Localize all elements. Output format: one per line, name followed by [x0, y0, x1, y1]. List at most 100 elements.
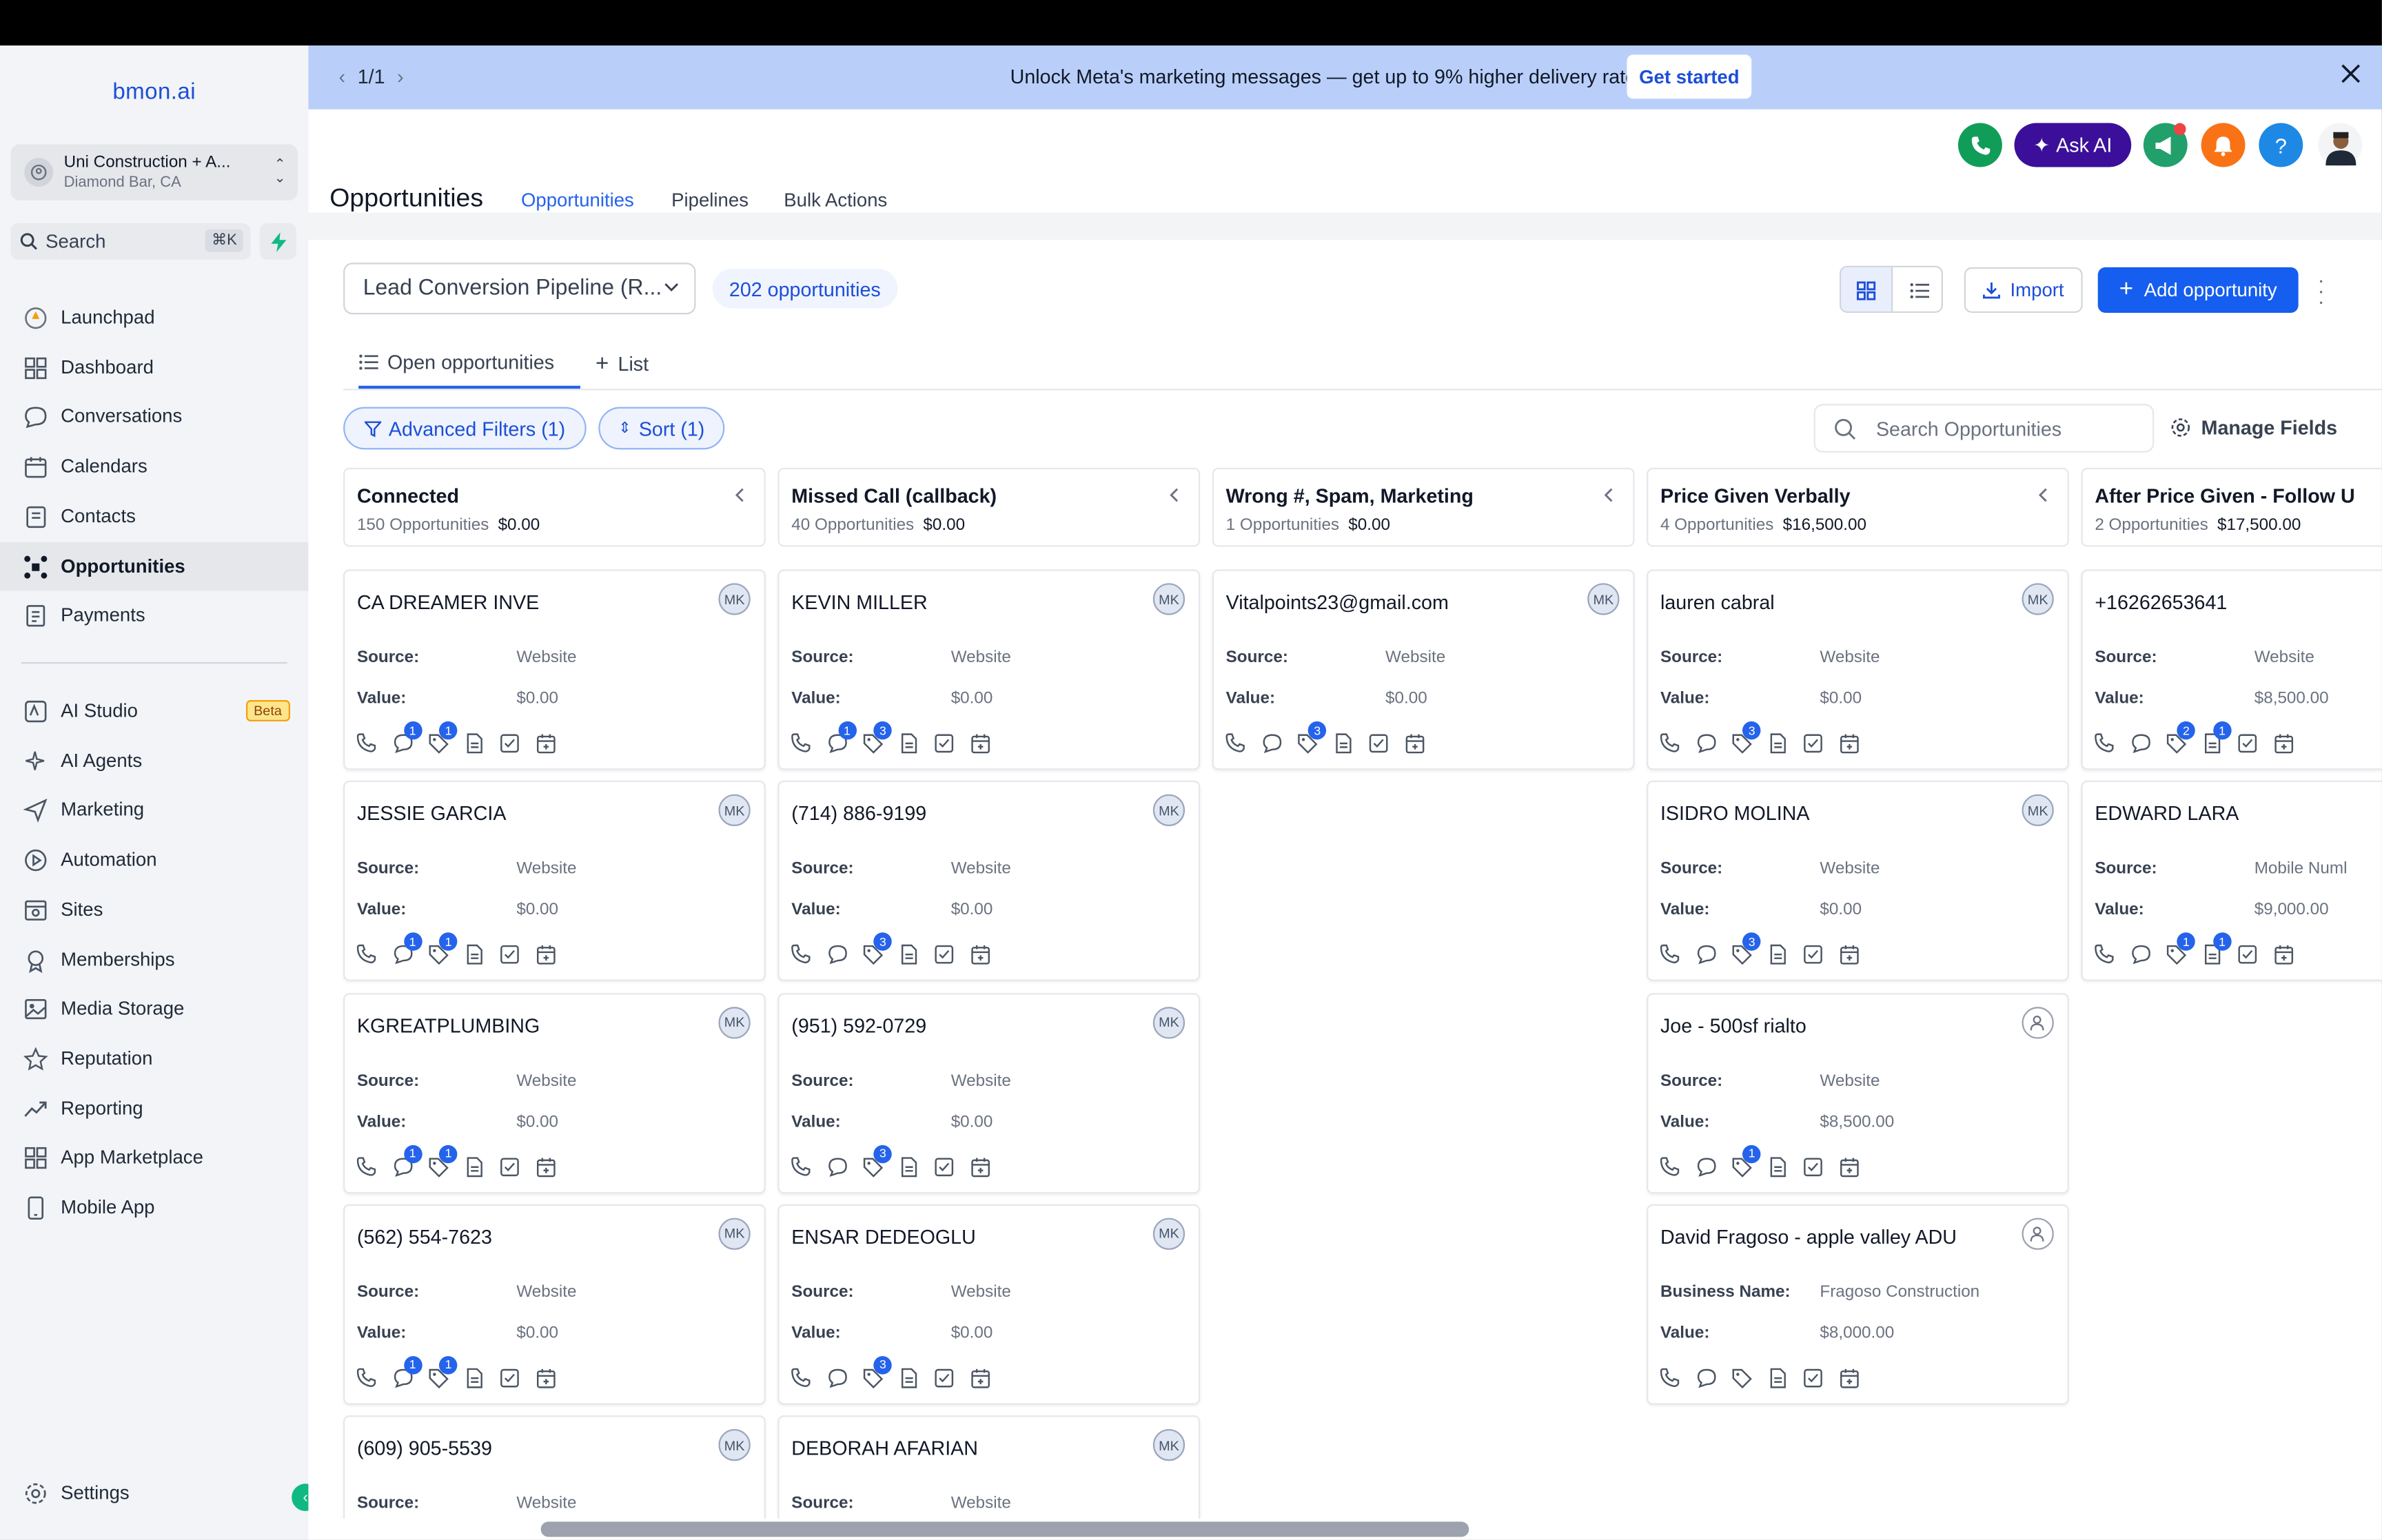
note-icon[interactable]	[1332, 732, 1354, 754]
pipeline-select[interactable]: Lead Conversion Pipeline (R...	[343, 263, 696, 315]
note-icon[interactable]	[1767, 1155, 1789, 1178]
tag-icon[interactable]: 3	[1296, 721, 1327, 754]
tag-icon[interactable]: 3	[1731, 932, 1761, 966]
tag-icon[interactable]: 3	[862, 932, 893, 966]
opportunity-card[interactable]: (562) 554-7623 MK Source: Website Value: $0.0…	[343, 1204, 766, 1405]
opportunity-card[interactable]: lauren cabral MK Source: Website Value: $0.00…	[1647, 569, 2069, 770]
phone-icon[interactable]	[356, 943, 378, 966]
phone-icon[interactable]	[1224, 732, 1247, 754]
message-icon[interactable]	[1695, 732, 1718, 754]
task-icon[interactable]	[933, 1366, 956, 1389]
bolt-button[interactable]	[259, 223, 296, 260]
owner-avatar[interactable]: MK	[1152, 1006, 1185, 1038]
note-icon[interactable]: 1	[2201, 932, 2232, 966]
opportunity-card[interactable]: ENSAR DEDEOGLU MK Source: Website Value: $0.0…	[777, 1204, 1201, 1405]
phone-icon[interactable]	[356, 732, 378, 754]
opportunity-card[interactable]: EDWARD LARA Source: Mobile Numl Value: $9,00…	[2081, 781, 2382, 982]
chevron-right-icon[interactable]: ›	[397, 65, 404, 88]
appointment-icon[interactable]	[1403, 732, 1426, 754]
message-icon[interactable]	[1695, 1155, 1718, 1178]
sidebar-item-opportunities[interactable]: Opportunities	[0, 541, 309, 591]
sidebar-item-dashboard[interactable]: Dashboard	[0, 342, 308, 391]
phone-icon[interactable]	[1659, 732, 1682, 754]
task-icon[interactable]	[1802, 1366, 1825, 1389]
close-icon[interactable]	[2341, 64, 2361, 84]
sidebar-item-conversations[interactable]: Conversations	[0, 392, 308, 441]
sidebar-item-sites[interactable]: Sites	[0, 885, 308, 934]
announcements-button[interactable]	[2143, 123, 2188, 167]
phone-button[interactable]	[1957, 123, 2002, 167]
opportunity-card[interactable]: Joe - 500sf rialto Source: Website Value: $8…	[1647, 992, 2069, 1193]
avatar[interactable]	[2318, 123, 2363, 167]
phone-icon[interactable]	[1659, 1155, 1682, 1178]
owner-avatar[interactable]: MK	[1152, 1429, 1185, 1461]
task-icon[interactable]	[499, 732, 522, 754]
task-icon[interactable]	[1802, 732, 1825, 754]
sidebar-item-contacts[interactable]: Contacts	[0, 492, 308, 541]
opportunity-card[interactable]: (951) 592-0729 MK Source: Website Value: $0.0…	[777, 992, 1201, 1193]
subtab-open-opportunities[interactable]: Open opportunities	[358, 351, 554, 373]
message-icon[interactable]	[2129, 943, 2152, 966]
subtab-add-list[interactable]: + List	[596, 351, 649, 376]
phone-icon[interactable]	[790, 1155, 813, 1178]
owner-avatar[interactable]: MK	[718, 583, 751, 615]
opportunity-card[interactable]: (714) 886-9199 MK Source: Website Value: $0.0…	[777, 781, 1201, 982]
note-icon[interactable]	[897, 1155, 920, 1178]
more-options-icon[interactable]: · · ·	[2314, 269, 2329, 311]
collapse-column-icon[interactable]	[2037, 487, 2050, 502]
message-icon[interactable]: 1	[391, 1144, 422, 1178]
task-icon[interactable]	[933, 943, 956, 966]
opportunity-card[interactable]: KGREATPLUMBING MK Source: Website Value: $0.0…	[343, 992, 766, 1193]
message-icon[interactable]: 1	[391, 1355, 422, 1389]
note-icon[interactable]	[463, 1155, 486, 1178]
phone-icon[interactable]	[356, 1155, 378, 1178]
task-icon[interactable]	[499, 1155, 522, 1178]
sort-button[interactable]: ⇕ Sort (1)	[598, 407, 725, 450]
phone-icon[interactable]	[1659, 1366, 1682, 1389]
owner-avatar[interactable]: MK	[1152, 794, 1185, 827]
chevron-left-icon[interactable]: ‹	[338, 65, 345, 88]
appointment-icon[interactable]	[969, 732, 992, 754]
opportunity-card[interactable]: Vitalpoints23@gmail.com MK Source: Website V…	[1212, 569, 1635, 770]
message-icon[interactable]	[1695, 943, 1718, 966]
message-icon[interactable]	[1695, 1366, 1718, 1389]
message-icon[interactable]	[826, 1366, 848, 1389]
tag-icon[interactable]: 1	[427, 932, 458, 966]
sidebar-item-ai-agents[interactable]: AI Agents	[0, 736, 308, 785]
tab-bulk-actions[interactable]: Bulk Actions	[784, 190, 887, 212]
note-icon[interactable]	[897, 732, 920, 754]
note-icon[interactable]	[463, 943, 486, 966]
owner-avatar[interactable]: MK	[2022, 583, 2054, 615]
manage-fields-button[interactable]: Manage Fields	[2169, 416, 2337, 439]
note-icon[interactable]	[1767, 943, 1789, 966]
list-view-button[interactable]	[1893, 267, 1942, 311]
account-switcher[interactable]: Uni Construction + A... Diamond Bar, CA …	[10, 144, 298, 201]
phone-icon[interactable]	[790, 732, 813, 754]
sidebar-item-reputation[interactable]: Reputation	[0, 1034, 308, 1083]
assign-owner-icon[interactable]	[2022, 1006, 2054, 1038]
owner-avatar[interactable]: MK	[1152, 583, 1185, 615]
search-button[interactable]: Search ⌘K	[10, 223, 251, 260]
appointment-icon[interactable]	[1838, 1155, 1861, 1178]
tag-icon[interactable]: 1	[427, 1355, 458, 1389]
task-icon[interactable]	[2237, 732, 2259, 754]
tag-icon[interactable]: 1	[1731, 1144, 1761, 1178]
phone-icon[interactable]	[2093, 732, 2116, 754]
owner-avatar[interactable]: MK	[718, 1006, 751, 1038]
horizontal-scrollbar[interactable]	[540, 1521, 1469, 1537]
task-icon[interactable]	[1802, 1155, 1825, 1178]
appointment-icon[interactable]	[535, 1155, 558, 1178]
note-icon[interactable]	[1767, 732, 1789, 754]
import-button[interactable]: Import	[1964, 267, 2083, 314]
tag-icon[interactable]	[1731, 1366, 1753, 1389]
tag-icon[interactable]: 3	[862, 721, 893, 754]
board-view-button[interactable]	[1841, 267, 1893, 311]
task-icon[interactable]	[499, 1366, 522, 1389]
task-icon[interactable]	[933, 732, 956, 754]
note-icon[interactable]	[463, 1366, 486, 1389]
sidebar-item-mobile-app[interactable]: Mobile App	[0, 1183, 308, 1232]
message-icon[interactable]	[826, 1155, 848, 1178]
sidebar-item-ai-studio[interactable]: AI Studio Beta	[0, 686, 308, 735]
appointment-icon[interactable]	[969, 1366, 992, 1389]
sidebar-item-memberships[interactable]: Memberships	[0, 935, 308, 984]
